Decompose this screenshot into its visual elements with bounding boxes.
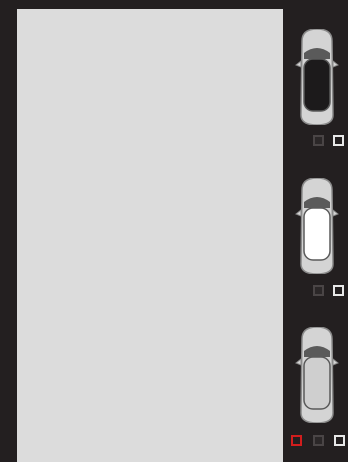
color-swatches-2 [313,285,348,301]
car-top-view-icon [295,327,339,423]
car-options-sidebar [283,9,348,462]
swatch-white[interactable] [334,435,345,446]
swatch-red[interactable] [291,435,302,446]
swatch-white[interactable] [333,135,344,146]
car-option-1[interactable] [294,29,340,125]
car-option-3[interactable] [294,327,340,423]
car-preview-panel [17,9,283,462]
color-swatches-1 [313,135,348,151]
car-top-view-icon [295,29,339,125]
top-bar [0,0,348,8]
car-top-view-icon [295,178,339,274]
swatch-dark[interactable] [313,285,324,296]
swatch-dark[interactable] [313,435,324,446]
car-option-2[interactable] [294,178,340,274]
swatch-dark[interactable] [313,135,324,146]
color-swatches-3 [291,435,348,451]
swatch-white[interactable] [333,285,344,296]
